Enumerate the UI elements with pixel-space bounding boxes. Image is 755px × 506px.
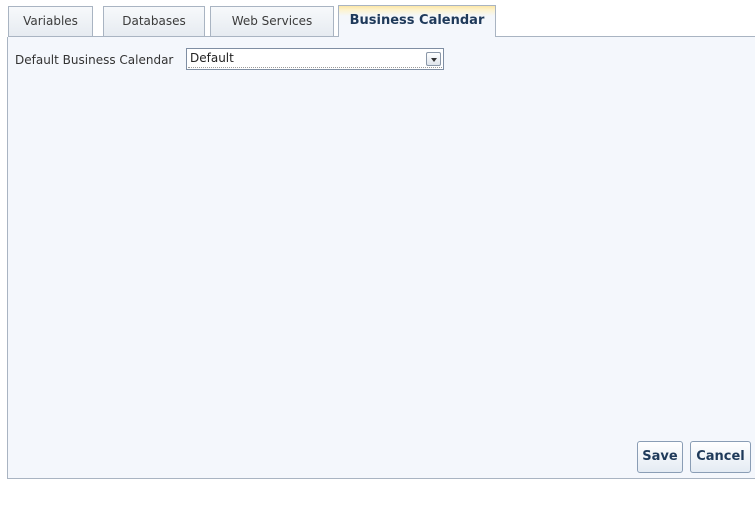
tab-business-calendar[interactable]: Business Calendar <box>338 5 496 37</box>
tab-web-services[interactable]: Web Services <box>210 6 334 36</box>
tab-databases[interactable]: Databases <box>103 6 205 36</box>
business-calendar-panel: Default Business Calendar Default Save C… <box>7 37 755 479</box>
save-button[interactable]: Save <box>637 441 683 473</box>
chevron-down-icon[interactable] <box>426 52 441 66</box>
tab-strip: Variables Databases Web Services Busines… <box>0 0 755 37</box>
default-business-calendar-select[interactable]: Default <box>186 48 444 70</box>
select-value: Default <box>190 51 234 65</box>
tab-variables[interactable]: Variables <box>8 6 93 36</box>
default-business-calendar-label: Default Business Calendar <box>15 53 174 67</box>
settings-window: Variables Databases Web Services Busines… <box>0 0 755 506</box>
select-focus-underline <box>188 67 442 68</box>
cancel-button[interactable]: Cancel <box>690 441 751 473</box>
